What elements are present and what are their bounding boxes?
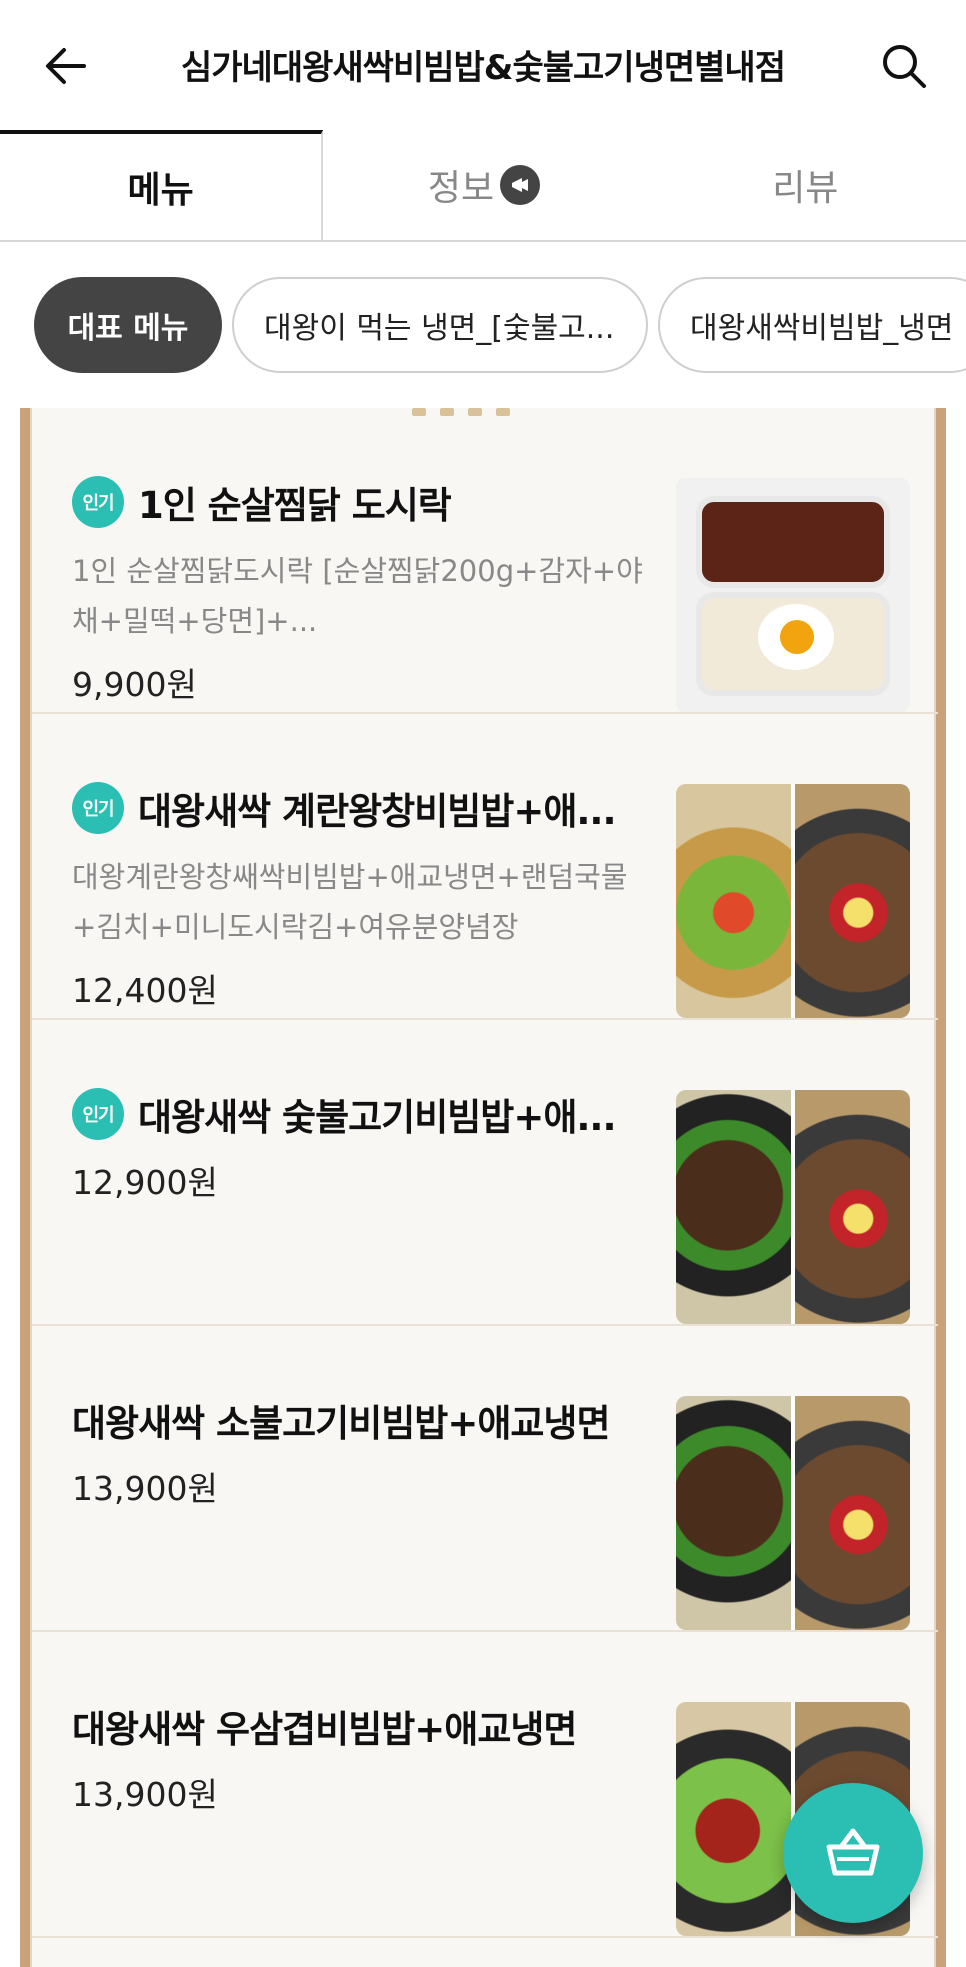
menu-item-desc: 대왕계란왕창쌔싹비빔밥+애교냉면+랜덤국물+김치+미니도시락김+여유분양념장 xyxy=(72,860,628,944)
category-chips: 대표 메뉴 대왕이 먹는 냉면_[숯불고... 대왕새싹비빔밥_냉면 xyxy=(0,242,966,408)
menu-item-price: 13,900원 xyxy=(72,1469,218,1508)
menu-item[interactable]: 인기 1인 순살찜닭 도시락 1인 순살찜닭도시락 [순살찜닭200g+감자+야… xyxy=(32,408,938,714)
tab-menu[interactable]: 메뉴 xyxy=(0,130,324,240)
menu-item-price: 9,900원 xyxy=(72,665,197,704)
menu-item-name: 대왕새싹 우삼겹비빔밥+애교냉면 xyxy=(72,1708,577,1751)
menu-item-image xyxy=(676,1396,910,1630)
menu-item-image xyxy=(676,478,910,712)
chip-naengmyeon[interactable]: 대왕이 먹는 냉면_[숯불고... xyxy=(232,277,648,373)
menu-item[interactable]: 인기 대왕새싹 계란왕창비빔밥+애... 대왕계란왕창쌔싹비빔밥+애교냉면+랜덤… xyxy=(32,714,938,1020)
menu-item-name: 대왕새싹 계란왕창비빔밥+애... xyxy=(138,790,616,833)
chip-signature-menu[interactable]: 대표 메뉴 xyxy=(34,277,222,373)
tab-menu-label: 메뉴 xyxy=(127,170,194,211)
tab-info[interactable]: 정보 xyxy=(323,130,644,240)
back-button[interactable] xyxy=(38,38,94,94)
search-button[interactable] xyxy=(876,38,932,94)
arrow-left-icon xyxy=(46,48,86,84)
popular-badge: 인기 xyxy=(72,476,124,528)
menu-item-name: 대왕새싹 소불고기비빔밥+애교냉면 xyxy=(72,1402,610,1445)
store-title: 심가네대왕새싹비빔밥&숯불고기냉면별내점 xyxy=(181,48,786,88)
menu-item-desc: 1인 순살찜닭도시락 [순살찜닭200g+감자+야채+밀떡+당면]+... xyxy=(72,554,643,638)
menu-item-name: 1인 순살찜닭 도시락 xyxy=(138,484,451,527)
store-tabs: 메뉴 정보 리뷰 xyxy=(0,130,966,242)
tab-info-label: 정보 xyxy=(427,168,495,209)
menu-item[interactable]: 인기 대왕새싹 숯불고기비빔밥+애... 12,900원 xyxy=(32,1020,938,1326)
popular-badge: 인기 xyxy=(72,1088,124,1140)
chip-bibimbap-naengmyeon[interactable]: 대왕새싹비빔밥_냉면 xyxy=(658,277,966,373)
menu-item-image xyxy=(676,784,910,1018)
menu-list: 인기 1인 순살찜닭 도시락 1인 순살찜닭도시락 [순살찜닭200g+감자+야… xyxy=(30,408,938,1967)
popular-badge: 인기 xyxy=(72,782,124,834)
menu-item[interactable]: 대왕새싹 소불고기비빔밥+애교냉면 13,900원 xyxy=(32,1326,938,1632)
menu-item-price: 12,900원 xyxy=(72,1163,218,1202)
menu-frame: 인기 1인 순살찜닭 도시락 1인 순살찜닭도시락 [순살찜닭200g+감자+야… xyxy=(20,408,946,1967)
megaphone-icon xyxy=(500,165,541,205)
menu-item-price: 13,900원 xyxy=(72,1775,218,1814)
tab-review[interactable]: 리뷰 xyxy=(645,130,966,240)
menu-item-name: 대왕새싹 숯불고기비빔밥+애... xyxy=(138,1096,616,1139)
menu-item-image xyxy=(676,1090,910,1324)
basket-icon xyxy=(826,1828,880,1876)
cart-button[interactable] xyxy=(783,1783,923,1923)
search-icon xyxy=(883,45,926,88)
tab-review-label: 리뷰 xyxy=(772,168,839,209)
app-header: 심가네대왕새싹비빔밥&숯불고기냉면별내점 xyxy=(0,0,966,130)
menu-item-price: 12,400원 xyxy=(72,971,218,1010)
